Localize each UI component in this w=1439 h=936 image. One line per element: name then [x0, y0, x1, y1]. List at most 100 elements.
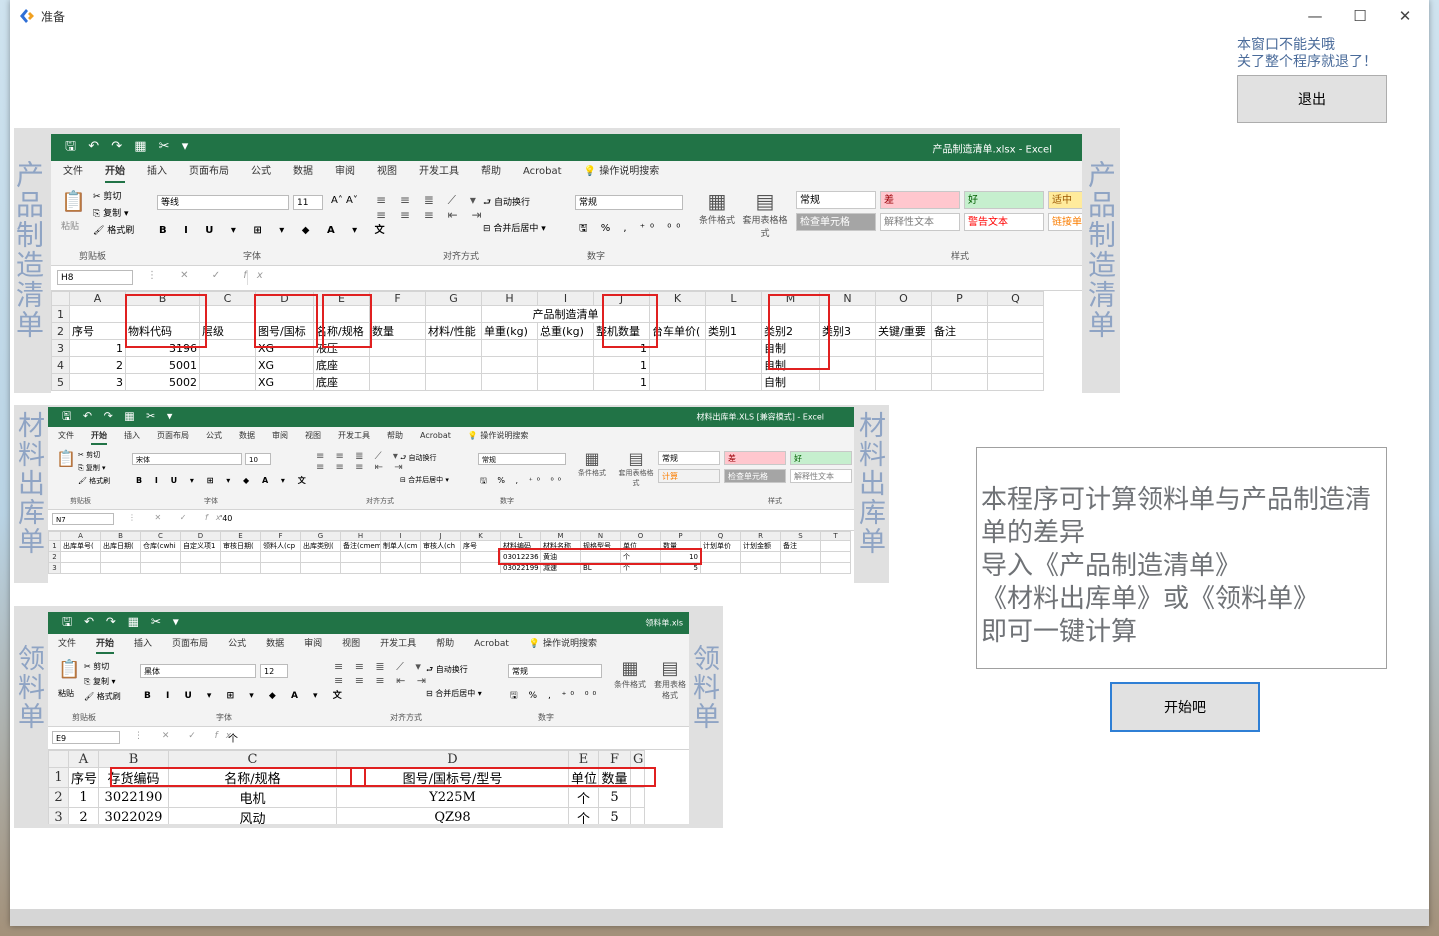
header-cell[interactable]: 总重(kg): [537, 322, 594, 340]
tab-4[interactable]: 公式: [251, 161, 271, 183]
column-header[interactable]: M: [540, 531, 581, 541]
cell[interactable]: 底座: [313, 356, 370, 374]
cell[interactable]: [705, 339, 762, 357]
cell[interactable]: [987, 339, 1044, 357]
tab-8[interactable]: 开发工具: [419, 161, 459, 183]
cell[interactable]: 3022190: [98, 787, 169, 808]
wrap-text-button[interactable]: ⮐ 自动换行: [483, 195, 530, 211]
minimize-button[interactable]: —: [1293, 4, 1337, 28]
column-header[interactable]: F: [260, 531, 301, 541]
cell-style-0[interactable]: 常规: [796, 191, 876, 209]
alignment-icons[interactable]: ≡ ≡ ≣ ⟋ ▾ ≡ ≡ ≡ ⇤ ⇥: [334, 660, 430, 687]
column-header[interactable]: Q: [700, 531, 741, 541]
header-cell[interactable]: 制单人(cm: [380, 540, 421, 552]
cell[interactable]: [260, 551, 301, 563]
cell[interactable]: [180, 551, 221, 563]
font-name-select[interactable]: 等线: [157, 195, 289, 210]
cell[interactable]: 1: [593, 356, 650, 374]
header-cell[interactable]: 备注: [931, 322, 988, 340]
formula-input[interactable]: [247, 270, 1078, 285]
cell[interactable]: 5: [598, 787, 631, 808]
header-cell[interactable]: 类别1: [705, 322, 762, 340]
cell[interactable]: [740, 562, 781, 574]
font-name-select[interactable]: 黑体: [140, 664, 256, 678]
cell[interactable]: [931, 305, 988, 323]
cell[interactable]: [140, 562, 181, 574]
cell[interactable]: [69, 305, 126, 323]
wrap-text-button[interactable]: ⮐ 自动换行: [426, 664, 468, 678]
cell[interactable]: [199, 339, 256, 357]
column-header[interactable]: R: [740, 531, 781, 541]
number-format-select[interactable]: 常规: [508, 664, 602, 678]
cell[interactable]: [705, 373, 762, 391]
header-cell[interactable]: 序号: [68, 767, 99, 788]
header-cell[interactable]: 计划单价: [700, 540, 741, 552]
cell[interactable]: 风动: [168, 807, 337, 824]
corner-cell[interactable]: [51, 291, 70, 306]
cell[interactable]: [300, 551, 341, 563]
cell[interactable]: [369, 373, 426, 391]
merge-center-button[interactable]: ⊟ 合并后居中 ▾: [426, 688, 482, 699]
format-as-table-button[interactable]: ▤ 套用表格格式: [616, 449, 656, 488]
row-header[interactable]: 3: [48, 807, 69, 824]
cell[interactable]: XG: [255, 373, 314, 391]
conditional-format-button[interactable]: ▦ 条件格式: [578, 449, 606, 478]
formula-input[interactable]: 个: [228, 730, 238, 745]
cell[interactable]: [369, 305, 426, 323]
cell[interactable]: [931, 373, 988, 391]
cell-style-5[interactable]: 解释性文本: [790, 469, 852, 483]
font-grow-icons[interactable]: A˄ A˅: [331, 195, 358, 206]
header-cell[interactable]: 数量: [369, 322, 426, 340]
cell[interactable]: [300, 562, 341, 574]
cell-style-2[interactable]: 好: [790, 451, 852, 465]
tab-2[interactable]: 插入: [124, 427, 140, 445]
cell[interactable]: [537, 339, 594, 357]
close-button[interactable]: ✕: [1383, 4, 1427, 28]
font-size-select[interactable]: 12: [260, 664, 288, 678]
cell[interactable]: [100, 551, 141, 563]
tab-5[interactable]: 数据: [266, 634, 284, 654]
cell[interactable]: [875, 305, 932, 323]
corner-cell[interactable]: [48, 531, 61, 541]
tab-7[interactable]: 视图: [342, 634, 360, 654]
tab-11[interactable]: 💡 操作说明搜索: [529, 634, 597, 654]
header-cell[interactable]: 序号: [69, 322, 126, 340]
cell[interactable]: [875, 373, 932, 391]
cell[interactable]: 1: [69, 339, 126, 357]
bold-italic-underline-buttons[interactable]: B I U ▾ ⊞ ▾ ◆ A ▾ 文: [144, 688, 348, 701]
cell[interactable]: [780, 562, 821, 574]
header-cell[interactable]: [820, 540, 851, 552]
tab-0[interactable]: 文件: [58, 427, 74, 445]
paste-icon[interactable]: 📋: [61, 189, 86, 213]
tab-3[interactable]: 页面布局: [189, 161, 229, 183]
conditional-format-button[interactable]: ▦ 条件格式: [614, 658, 646, 690]
cell[interactable]: [180, 562, 221, 574]
column-header[interactable]: E: [568, 750, 599, 768]
format-as-table-button[interactable]: ▤ 套用表格格式: [652, 658, 688, 701]
row-header[interactable]: 2: [48, 551, 61, 563]
corner-cell[interactable]: [48, 750, 69, 768]
format-painter-button[interactable]: 🖌 格式刷: [93, 223, 134, 240]
column-header[interactable]: H: [340, 531, 381, 541]
header-cell[interactable]: 备注: [780, 540, 821, 552]
copy-button[interactable]: ⎘ 复制 ▾: [84, 674, 121, 689]
cell[interactable]: [630, 807, 645, 824]
header-cell[interactable]: 出库日期(: [100, 540, 141, 552]
formula-input[interactable]: '40: [220, 514, 232, 523]
cell[interactable]: [369, 339, 426, 357]
wrap-text-button[interactable]: ⮐ 自动换行: [400, 453, 437, 465]
header-cell[interactable]: 审核日期(: [220, 540, 261, 552]
cell[interactable]: [875, 356, 932, 374]
tab-0[interactable]: 文件: [58, 634, 76, 654]
exit-button[interactable]: 退出: [1237, 75, 1387, 123]
cell[interactable]: [199, 356, 256, 374]
column-header[interactable]: G: [425, 291, 482, 306]
cell-style-5[interactable]: 解释性文本: [880, 213, 960, 231]
header-cell[interactable]: 序号: [460, 540, 501, 552]
row-header[interactable]: 1: [48, 540, 61, 552]
cell[interactable]: [987, 356, 1044, 374]
tab-6[interactable]: 审阅: [304, 634, 322, 654]
header-cell[interactable]: [987, 322, 1044, 340]
format-painter-button[interactable]: 🖌 格式刷: [84, 689, 121, 704]
tab-7[interactable]: 视图: [377, 161, 397, 183]
